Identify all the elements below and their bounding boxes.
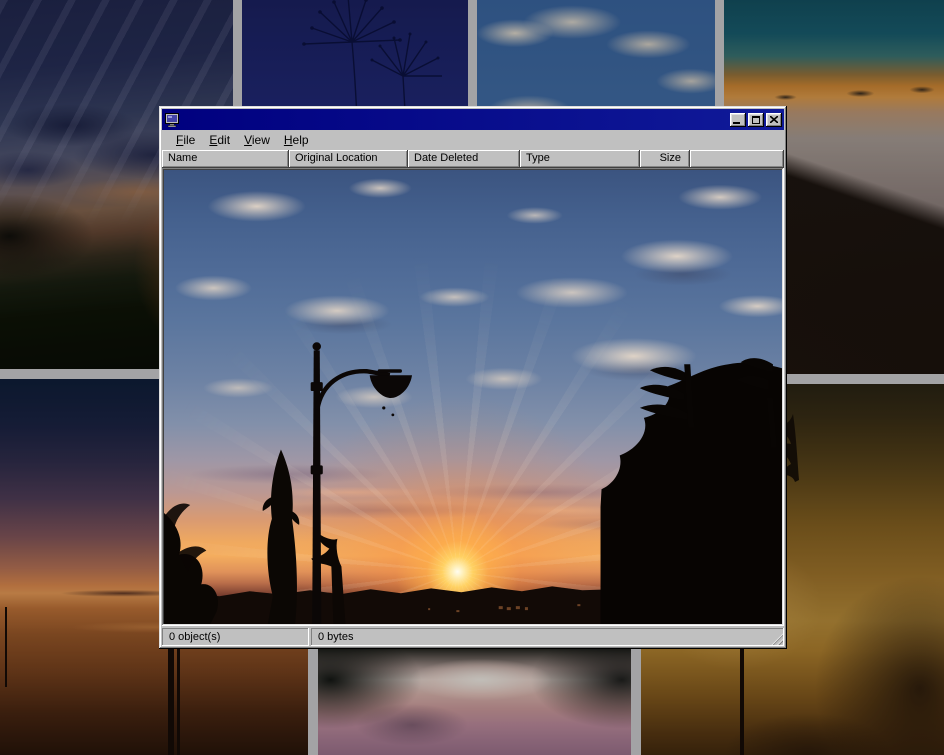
titlebar[interactable] <box>162 109 784 130</box>
photo-silhouettes <box>164 170 782 624</box>
menu-help[interactable]: Help <box>277 131 316 150</box>
wooden-pole <box>177 637 180 755</box>
menu-edit[interactable]: Edit <box>202 131 237 150</box>
content-photo-sunset-lamp <box>164 170 782 624</box>
desktop: File Edit View Help Name Original Locati… <box>0 0 944 755</box>
column-header-name[interactable]: Name <box>162 150 289 168</box>
menu-file[interactable]: File <box>169 131 202 150</box>
recycle-bin-window: File Edit View Help Name Original Locati… <box>159 106 787 649</box>
column-header-filler <box>690 150 784 168</box>
column-header-type[interactable]: Type <box>520 150 640 168</box>
close-button[interactable] <box>766 113 782 127</box>
list-viewport[interactable] <box>162 168 784 626</box>
street-lamp <box>311 342 412 624</box>
column-header-date-deleted[interactable]: Date Deleted <box>408 150 520 168</box>
minimize-icon <box>733 122 740 124</box>
computer-window-icon <box>165 113 180 127</box>
minimize-button[interactable] <box>730 113 746 127</box>
maximize-icon <box>752 116 760 124</box>
status-bytes: 0 bytes <box>311 628 784 646</box>
resize-grip[interactable] <box>770 632 783 645</box>
foreground-bush <box>164 513 218 624</box>
close-icon <box>770 116 778 123</box>
statusbar: 0 object(s) 0 bytes <box>162 626 784 646</box>
wooden-pole <box>5 607 7 687</box>
wooden-pole <box>168 631 174 755</box>
column-header-original-location[interactable]: Original Location <box>289 150 408 168</box>
column-headers: Name Original Location Date Deleted Type… <box>162 150 784 168</box>
column-header-size[interactable]: Size <box>640 150 690 168</box>
maximize-button[interactable] <box>748 113 764 127</box>
menu-view[interactable]: View <box>237 131 277 150</box>
status-objects: 0 object(s) <box>162 628 309 646</box>
menubar: File Edit View Help <box>162 130 784 150</box>
